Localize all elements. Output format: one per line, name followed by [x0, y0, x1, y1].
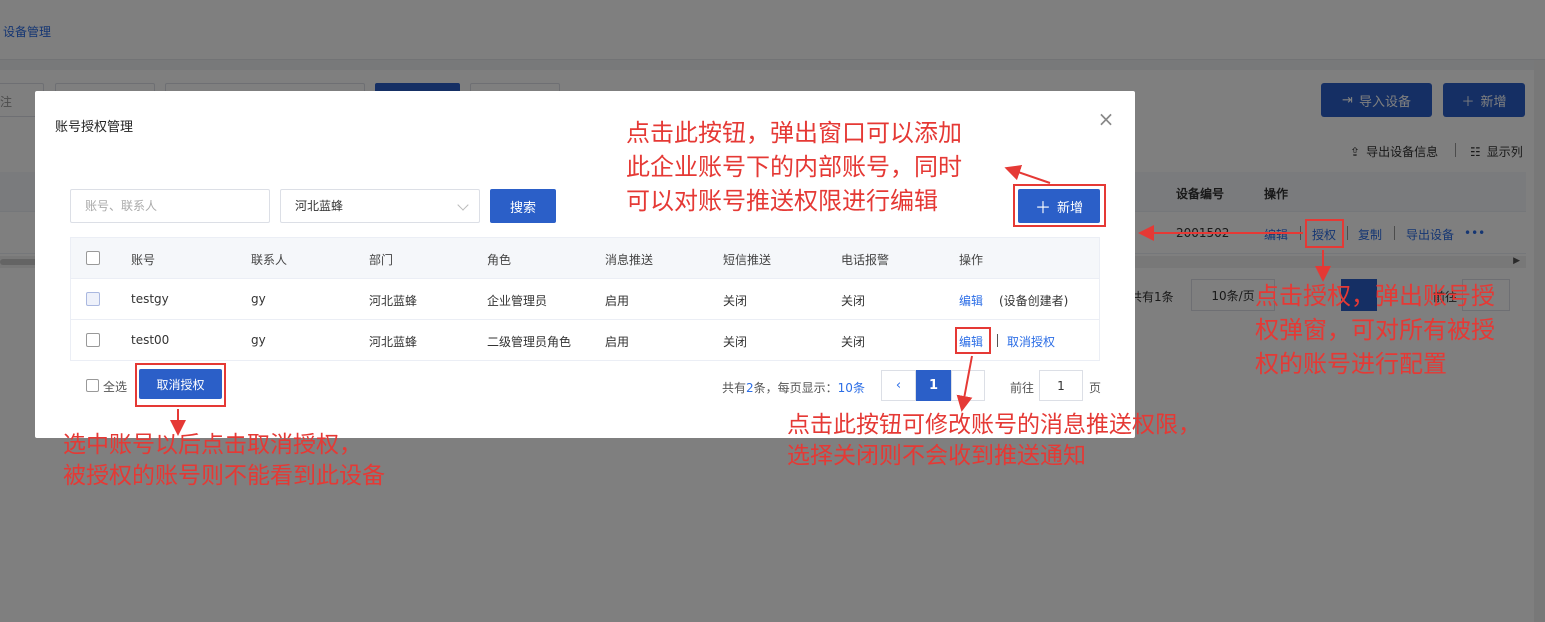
annotation-line: 点击此按钮，弹出窗口可以添加	[626, 119, 962, 147]
pager-summary: 共有2条，每页显示：10条	[722, 381, 865, 395]
col-contact: 联系人	[251, 253, 288, 267]
annotation-authorize: 点击授权，弹出账号授 权弹窗，可对所有被授 权的账号进行配置	[1255, 279, 1495, 381]
col-account: 账号	[131, 253, 156, 267]
add-button-highlight	[1013, 184, 1106, 227]
annotation-add: 点击此按钮，弹出窗口可以添加 此企业账号下的内部账号，同时 可以对账号推送权限进…	[626, 116, 962, 218]
annotation-line: 点击授权，弹出账号授	[1255, 282, 1495, 310]
annotation-line: 选中账号以后点击取消授权，	[63, 432, 362, 458]
close-icon[interactable]: ×	[1096, 109, 1116, 129]
dept-cell: 河北蓝蜂	[369, 294, 418, 308]
col-dept: 部门	[369, 253, 394, 267]
account-cell: testgy	[131, 292, 169, 306]
select-all-label[interactable]: 全选	[103, 378, 127, 395]
search-button[interactable]: 搜索	[490, 189, 556, 223]
chevron-down-icon	[457, 199, 469, 211]
dept-cell: 河北蓝蜂	[369, 335, 418, 349]
annotation-line: 被授权的账号则不能看到此设备	[63, 463, 385, 489]
prev-page-button[interactable]: ‹	[881, 370, 916, 401]
table-row: testgy gy 河北蓝蜂 企业管理员 启用 关闭 关闭 编辑 (设备创建者)	[71, 279, 1099, 320]
annotation-edit: 点击此按钮可修改账号的消息推送权限， 选择关闭则不会收到推送通知	[787, 410, 1201, 472]
header-checkbox[interactable]	[86, 251, 100, 265]
annotation-revoke: 选中账号以后点击取消授权， 被授权的账号则不能看到此设备	[63, 430, 385, 492]
sms-push-cell: 关闭	[723, 294, 748, 308]
select-all-checkbox[interactable]	[86, 379, 99, 392]
current-page-button[interactable]: 1	[916, 370, 951, 401]
annotation-line: 权弹窗，可对所有被授	[1255, 316, 1495, 344]
page-suffix: 页	[1089, 381, 1102, 395]
col-ops: 操作	[959, 253, 984, 267]
msg-push-cell: 启用	[605, 294, 630, 308]
department-select[interactable]: 河北蓝蜂	[280, 189, 480, 223]
annotation-line: 选择关闭则不会收到推送通知	[787, 443, 1086, 469]
phone-alarm-cell: 关闭	[841, 294, 866, 308]
next-page-button[interactable]	[951, 370, 985, 401]
revoke-button-highlight	[135, 363, 226, 407]
annotation-line: 权的账号进行配置	[1255, 350, 1447, 378]
authorize-highlight	[1305, 219, 1344, 248]
per-page-select[interactable]: 10条	[838, 381, 865, 395]
revoke-link[interactable]: 取消授权	[1007, 333, 1055, 350]
annotation-line: 此企业账号下的内部账号，同时	[626, 153, 962, 181]
account-search-input[interactable]: 账号、联系人	[70, 189, 270, 223]
creator-label: (设备创建者)	[999, 294, 1069, 308]
table-header: 账号 联系人 部门 角色 消息推送 短信推送 电话报警 操作	[71, 238, 1099, 279]
goto-page-input[interactable]: 1	[1039, 370, 1083, 401]
col-msg-push: 消息推送	[605, 253, 654, 267]
role-cell: 二级管理员角色	[487, 335, 572, 349]
annotation-line: 点击此按钮可修改账号的消息推送权限，	[787, 412, 1201, 438]
goto-label: 前往	[1010, 381, 1035, 395]
phone-alarm-cell: 关闭	[841, 335, 866, 349]
ops-divider	[997, 334, 998, 347]
col-role: 角色	[487, 253, 512, 267]
annotation-line: 可以对账号推送权限进行编辑	[626, 187, 938, 215]
contact-cell: gy	[251, 333, 266, 347]
role-cell: 企业管理员	[487, 294, 548, 308]
account-table: 账号 联系人 部门 角色 消息推送 短信推送 电话报警 操作 testgy gy…	[70, 237, 1100, 361]
account-cell: test00	[131, 333, 170, 347]
contact-cell: gy	[251, 292, 266, 306]
edit-link[interactable]: 编辑	[959, 292, 983, 309]
dialog-title: 账号授权管理	[55, 120, 134, 135]
row-checkbox[interactable]	[86, 333, 100, 347]
msg-push-cell: 启用	[605, 335, 630, 349]
col-phone-alarm: 电话报警	[841, 253, 890, 267]
sms-push-cell: 关闭	[723, 335, 748, 349]
department-select-value: 河北蓝蜂	[295, 199, 344, 213]
row-checkbox[interactable]	[86, 292, 100, 306]
col-sms-push: 短信推送	[723, 253, 772, 267]
table-row: test00 gy 河北蓝蜂 二级管理员角色 启用 关闭 关闭 编辑 取消授权	[71, 320, 1099, 361]
edit-highlight	[955, 327, 991, 354]
